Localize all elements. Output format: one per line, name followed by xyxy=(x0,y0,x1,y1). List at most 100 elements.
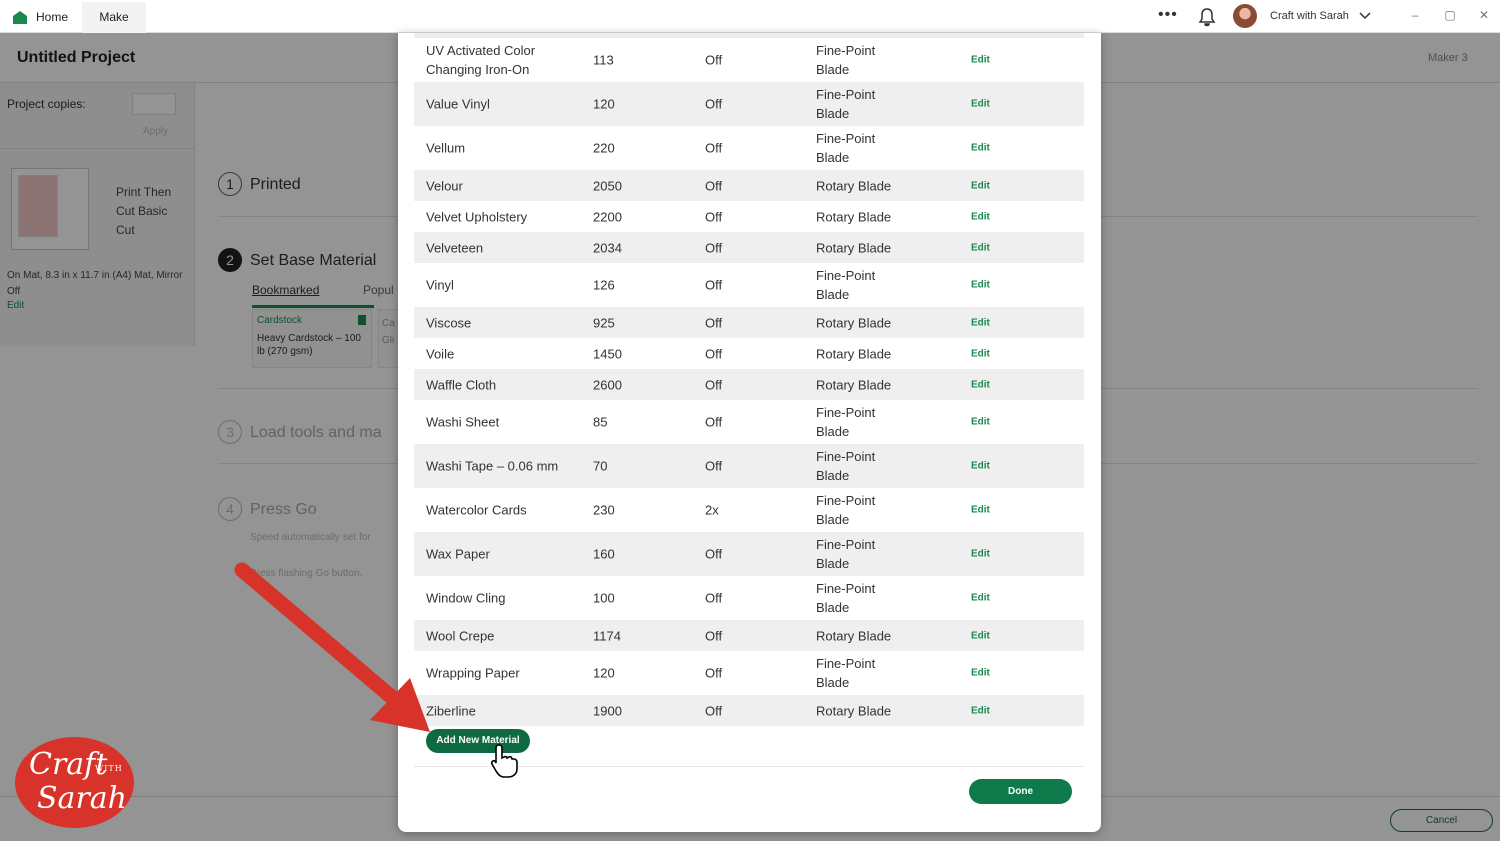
edit-link[interactable]: Edit xyxy=(971,207,990,226)
maximize-button[interactable]: ▢ xyxy=(1440,0,1460,33)
edit-link[interactable]: Edit xyxy=(971,545,990,564)
multi-cut: Off xyxy=(705,277,723,293)
multi-cut: Off xyxy=(705,590,723,606)
edit-link[interactable]: Edit xyxy=(971,664,990,683)
blade-type: Rotary Blade xyxy=(816,209,892,224)
blade-type: Rotary Blade xyxy=(816,628,892,643)
edit-link[interactable]: Edit xyxy=(971,626,990,645)
craft-with-sarah-logo: Craft WITH Sarah xyxy=(15,737,134,828)
table-row: Wrapping Paper 120 Off Fine-Point Blade Edit xyxy=(414,651,1084,695)
edit-link[interactable]: Edit xyxy=(971,457,990,476)
chevron-down-icon[interactable] xyxy=(1358,10,1372,22)
blade-type: Fine-Point Blade xyxy=(816,493,876,527)
edit-link[interactable]: Edit xyxy=(971,501,990,520)
multi-cut: Off xyxy=(705,414,723,430)
cut-pressure: 120 xyxy=(593,665,615,681)
edit-link[interactable]: Edit xyxy=(971,413,990,432)
material-name: Ziberline xyxy=(426,703,476,718)
logo-text: Sarah xyxy=(37,781,127,816)
material-name: Velveteen xyxy=(426,240,484,255)
edit-link[interactable]: Edit xyxy=(971,701,990,720)
material-name: Vinyl xyxy=(426,277,454,293)
multi-cut: Off xyxy=(705,628,723,643)
multi-cut: Off xyxy=(705,178,723,193)
material-name: Velour xyxy=(426,178,463,193)
cut-pressure: 230 xyxy=(593,502,615,518)
material-settings-dialog: UV Activated Color Changing Iron-On 113 Of… xyxy=(398,33,1101,832)
materials-table: UV Activated Color Changing Iron-On 113 Of… xyxy=(414,38,1084,726)
edit-link[interactable]: Edit xyxy=(971,276,990,295)
cut-pressure: 2600 xyxy=(593,377,622,392)
table-row: Voile 1450 Off Rotary Blade Edit xyxy=(414,338,1084,369)
edit-link[interactable]: Edit xyxy=(971,51,990,70)
annotation-arrow-icon xyxy=(234,562,430,732)
cut-pressure: 2050 xyxy=(593,178,622,193)
material-name: Voile xyxy=(426,346,455,361)
multi-cut: Off xyxy=(705,703,723,718)
cut-pressure: 120 xyxy=(593,96,615,112)
cut-pressure: 925 xyxy=(593,315,615,330)
cut-pressure: 126 xyxy=(593,277,615,293)
tab-home-label: Home xyxy=(36,10,69,24)
table-row: Vellum 220 Off Fine-Point Blade Edit xyxy=(414,126,1084,170)
multi-cut: Off xyxy=(705,209,723,224)
edit-link[interactable]: Edit xyxy=(971,344,990,363)
table-row: Vinyl 126 Off Fine-Point Blade Edit xyxy=(414,263,1084,307)
multi-cut: Off xyxy=(705,665,723,681)
done-button[interactable]: Done xyxy=(969,779,1072,804)
table-row: Washi Sheet 85 Off Fine-Point Blade Edit xyxy=(414,400,1084,444)
tab-home[interactable]: Home xyxy=(10,2,80,33)
material-name: Wool Crepe xyxy=(426,628,495,643)
cut-pressure: 113 xyxy=(593,52,614,68)
material-name: Washi Tape – 0.06 mm xyxy=(426,458,559,474)
hand-cursor-icon xyxy=(490,744,518,778)
edit-link[interactable]: Edit xyxy=(971,176,990,195)
material-name: UV Activated Color Changing Iron-On xyxy=(426,43,536,77)
title-bar: Home Make ••• Craft with Sarah – ▢ ✕ xyxy=(0,0,1500,33)
edit-link[interactable]: Edit xyxy=(971,95,990,114)
blade-type: Fine-Point Blade xyxy=(816,405,876,439)
material-name: Vellum xyxy=(426,140,466,156)
cut-pressure: 70 xyxy=(593,458,608,474)
edit-link[interactable]: Edit xyxy=(971,375,990,394)
bell-icon[interactable] xyxy=(1198,7,1216,27)
material-name: Wrapping Paper xyxy=(426,665,520,681)
material-name: Washi Sheet xyxy=(426,414,500,430)
cut-pressure: 100 xyxy=(593,590,615,606)
edit-link[interactable]: Edit xyxy=(971,589,990,608)
material-name: Wax Paper xyxy=(426,546,490,562)
close-window-button[interactable]: ✕ xyxy=(1474,0,1494,33)
edit-link[interactable]: Edit xyxy=(971,313,990,332)
cut-pressure: 220 xyxy=(593,140,615,156)
account-name[interactable]: Craft with Sarah xyxy=(1270,0,1349,33)
blade-type: Rotary Blade xyxy=(816,178,892,193)
more-options-icon[interactable]: ••• xyxy=(1158,0,1182,33)
material-name: Value Vinyl xyxy=(426,96,490,112)
table-row: UV Activated Color Changing Iron-On 113 Of… xyxy=(414,38,1084,82)
cut-pressure: 2034 xyxy=(593,240,622,255)
edit-link[interactable]: Edit xyxy=(971,238,990,257)
table-row: Velveteen 2034 Off Rotary Blade Edit xyxy=(414,232,1084,263)
table-row: Wax Paper 160 Off Fine-Point Blade Edit xyxy=(414,532,1084,576)
minimize-button[interactable]: – xyxy=(1405,0,1425,33)
edit-link[interactable]: Edit xyxy=(971,139,990,158)
tab-make[interactable]: Make xyxy=(82,2,146,33)
cut-pressure: 1174 xyxy=(593,628,621,643)
multi-cut: Off xyxy=(705,96,723,112)
multi-cut: Off xyxy=(705,240,723,255)
table-row: Wool Crepe 1174 Off Rotary Blade Edit xyxy=(414,620,1084,651)
cut-pressure: 1450 xyxy=(593,346,622,361)
avatar[interactable] xyxy=(1233,4,1257,28)
blade-type: Fine-Point Blade xyxy=(816,268,876,302)
material-name: Watercolor Cards xyxy=(426,502,527,518)
blade-type: Fine-Point Blade xyxy=(816,581,876,615)
home-icon xyxy=(13,11,27,24)
table-row: Washi Tape – 0.06 mm 70 Off Fine-Point Blad… xyxy=(414,444,1084,488)
blade-type: Rotary Blade xyxy=(816,346,892,361)
multi-cut: 2x xyxy=(705,502,719,518)
material-name: Viscose xyxy=(426,315,472,330)
blade-type: Fine-Point Blade xyxy=(816,131,876,165)
multi-cut: Off xyxy=(705,458,723,474)
blade-type: Fine-Point Blade xyxy=(816,43,876,77)
multi-cut: Off xyxy=(705,346,723,361)
